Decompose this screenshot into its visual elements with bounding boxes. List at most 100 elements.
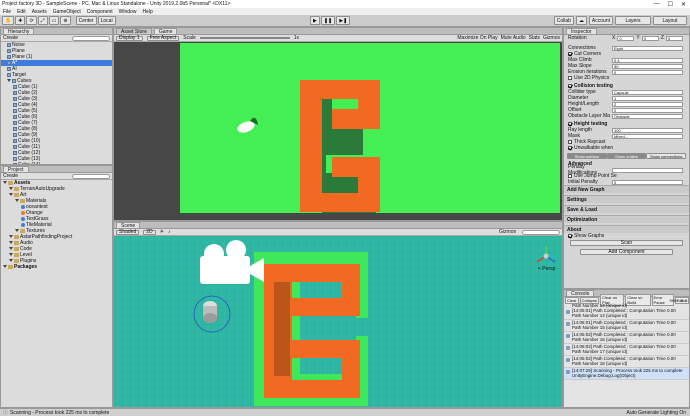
audio-icon[interactable]: ♪ [168,229,171,235]
menu-item-file[interactable]: File [3,9,11,15]
pivot-toggle-button[interactable]: Center [75,16,97,25]
row-checkbox[interactable] [568,146,572,150]
gizmos-dropdown[interactable]: Gizmos [499,229,516,235]
menu-item-window[interactable]: Window [119,9,137,15]
row-value-field[interactable]: 2 [612,101,683,107]
console-entry[interactable]: [14:05:02] Path Completed : Computation … [564,332,689,344]
row-checkbox[interactable] [568,140,572,144]
tab-asset-store[interactable]: Asset Store [116,28,152,35]
view-tab-show-outline[interactable]: Show outline [606,153,647,159]
console-entry[interactable]: [14:05:02] Path Completed : Computation … [564,344,689,356]
transform-tool-button[interactable]: ⊕ [60,16,71,25]
expand-arrow-icon[interactable] [9,241,13,245]
row-value-field[interactable] [612,167,683,173]
menu-item-component[interactable]: Component [87,9,113,15]
warn-count[interactable]: 0 [681,298,683,303]
console-entry[interactable]: [14:05:01] Path Completed : Computation … [564,320,689,332]
rotation-z-field[interactable]: 0 [665,35,683,41]
tab-inspector[interactable]: Inspector [566,28,597,35]
add-graph-button[interactable]: Add New Graph [564,185,689,193]
log-count[interactable]: 999+ [670,298,679,303]
menu-item-edit[interactable]: Edit [17,9,26,15]
space-toggle-button[interactable]: Local [97,16,116,25]
scene-viewport[interactable]: < Persp [114,236,563,408]
row-value-field[interactable]: 0.4 [612,57,683,63]
game-option-maximize-on-play[interactable]: Maximize On Play [457,35,497,41]
lighting-icon[interactable]: ☀ [160,229,164,235]
scan-button[interactable]: Scan [570,240,683,246]
section-about[interactable]: About [564,225,689,233]
add-component-button[interactable]: Add Component [580,249,673,255]
expand-arrow-icon[interactable] [15,199,19,203]
expand-arrow-icon[interactable] [3,181,7,185]
rotate-tool-button[interactable]: ⟳ [26,16,37,25]
row-checkbox[interactable] [568,52,572,56]
project-search-input[interactable] [72,173,110,179]
menu-item-help[interactable]: Help [142,9,152,15]
row-value-field[interactable]: 100 [612,127,683,133]
game-option-stats[interactable]: Stats [529,35,540,41]
row-value-field[interactable]: Obstacle [612,113,683,119]
collision-checkbox[interactable] [568,84,572,88]
game-viewport[interactable] [180,43,560,213]
height-checkbox[interactable] [568,122,572,126]
expand-arrow-icon[interactable] [9,247,13,251]
rotation-y-field[interactable]: 0 [641,35,659,41]
collab-button[interactable]: Collab [553,16,574,25]
view-tab-show-surface[interactable]: Show surface [567,153,607,159]
maximize-icon[interactable]: ☐ [668,1,673,8]
project-item[interactable]: Packages [1,264,112,270]
tab-project[interactable]: Project [3,166,29,173]
tab-hierarchy[interactable]: Hierarchy [3,28,35,35]
play-button[interactable]: ▶ [310,16,320,25]
row-checkbox[interactable] [568,76,572,80]
section-save-load[interactable]: Save & Load [564,205,689,213]
close-icon[interactable]: ✕ [681,1,686,8]
game-option-gizmos[interactable]: Gizmos [543,35,560,41]
row-value-field[interactable]: Mixed... [612,133,683,139]
row-value-field[interactable]: 0 [612,69,683,75]
expand-arrow-icon[interactable] [7,79,11,83]
row-value-field[interactable]: 90 [612,63,683,69]
project-create-button[interactable]: Create [3,173,18,179]
aspect-dropdown[interactable]: Free Aspect [146,35,180,41]
expand-arrow-icon[interactable] [3,265,7,269]
hierarchy-create-button[interactable]: Create [3,35,18,41]
row-value-field[interactable]: 0 [612,107,683,113]
scale-slider[interactable] [199,37,290,39]
hand-tool-button[interactable]: ✋ [2,16,15,25]
rect-tool-button[interactable]: ▭ [48,16,60,25]
step-button[interactable]: ▶❚ [336,16,351,25]
minimize-icon[interactable]: — [654,1,660,8]
tab-game[interactable]: Game [153,28,178,35]
persp-label[interactable]: < Persp [538,266,556,272]
row-value-field[interactable]: Eight [612,45,683,51]
move-tool-button[interactable]: ✚ [15,16,26,25]
scene-search-input[interactable] [522,229,560,235]
shading-dropdown[interactable]: Shaded [116,229,140,235]
show-graphs-checkbox[interactable] [568,234,572,238]
account-button[interactable]: Account [588,16,613,25]
row-value-field[interactable]: 1 [612,95,683,101]
tab-scene[interactable]: Scene [116,222,141,229]
expand-arrow-icon[interactable] [9,235,13,239]
scale-tool-button[interactable]: ⤢ [37,16,48,25]
layout-dropdown[interactable]: Layout [653,16,687,25]
row-checkbox[interactable] [568,174,572,178]
console-clear-on-build-button[interactable]: Clear on Build [625,294,651,306]
hierarchy-search-input[interactable] [72,35,110,41]
section-optimization[interactable]: Optimization [564,215,689,223]
row-value-field[interactable]: Capsule [612,89,683,95]
expand-arrow-icon[interactable] [9,259,13,263]
expand-arrow-icon[interactable] [15,229,19,233]
rotation-x-field[interactable]: 0 [617,35,635,41]
pause-button[interactable]: ❚❚ [320,16,336,25]
menu-item-gameobject[interactable]: GameObject [53,9,81,15]
status-text[interactable]: Scanning - Process took 225 ms to comple… [10,410,109,416]
menu-item-assets[interactable]: Assets [32,9,47,15]
2d-toggle[interactable]: 2D [143,229,156,235]
section-settings[interactable]: Settings [564,195,689,203]
cloud-icon[interactable]: ☁ [575,16,587,25]
tab-console[interactable]: Console [566,290,595,297]
expand-arrow-icon[interactable] [9,187,13,191]
